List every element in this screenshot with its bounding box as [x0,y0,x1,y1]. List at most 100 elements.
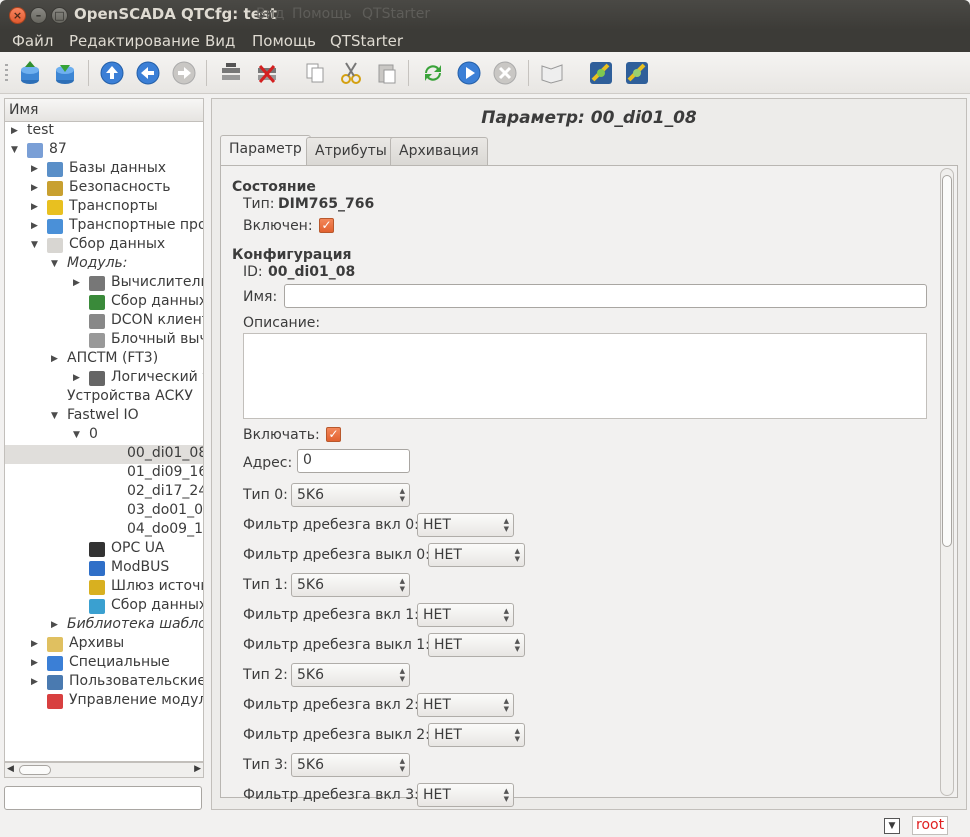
collapse-arrow-icon[interactable]: ▼ [31,240,38,250]
tree-item[interactable]: 00_di01_08 [5,445,203,464]
expand-arrow-icon[interactable]: ▶ [73,373,80,383]
save-db-icon[interactable] [52,60,78,86]
enabled-checkbox[interactable]: ✓ [319,218,334,233]
expand-arrow-icon[interactable]: ▶ [31,677,38,687]
scroll-right-icon[interactable]: ▶ [194,764,201,774]
field-select[interactable]: НЕТ ▲ ▼ [417,693,514,717]
menu-qtstarter[interactable]: QTStarter [330,32,403,50]
expand-arrow-icon[interactable]: ▶ [31,221,38,231]
tree-item[interactable]: ▼ Fastwel IO [5,407,203,426]
expand-arrow-icon[interactable]: ▶ [73,278,80,288]
tree-item[interactable]: ▶ Библиотека шабло [5,616,203,635]
station-icon[interactable] [588,60,614,86]
navigation-tree[interactable]: ▶ test ▼ 87 ▶ Базы данных ▶ Безопасность ▶ Трансп… [4,122,204,762]
tree-item[interactable]: ▶ Транспортные прот [5,217,203,236]
field-select[interactable]: 5K6 ▲ ▼ [291,483,410,507]
tree-item[interactable]: ▶ Архивы [5,635,203,654]
tree-item[interactable]: Шлюз источн [5,578,203,597]
field-select[interactable]: НЕТ ▲ ▼ [428,543,525,567]
address-field[interactable]: 0 [297,449,410,473]
expand-arrow-icon[interactable]: ▶ [31,202,38,212]
field-select[interactable]: НЕТ ▲ ▼ [428,723,525,747]
tree-item[interactable]: ▶ Пользовательские [5,673,203,692]
tree-item[interactable]: ▶ АПСТМ (FT3) [5,350,203,369]
paste-icon[interactable] [374,60,400,86]
add-item-icon[interactable] [218,60,244,86]
tree-item[interactable]: ▶ Логический у [5,369,203,388]
tree-item[interactable]: Сбор данных [5,597,203,616]
tree-item[interactable]: 01_di09_16 [5,464,203,483]
content-vertical-scrollbar[interactable] [940,168,954,796]
collapse-arrow-icon[interactable]: ▼ [51,411,58,421]
tab-parameter[interactable]: Параметр [220,135,311,166]
tab-attributes[interactable]: Атрибуты [306,137,396,165]
station2-icon[interactable] [624,60,650,86]
tree-item[interactable]: ▶ Специальные [5,654,203,673]
close-window-button[interactable]: × [9,7,26,24]
tree-item[interactable]: DCON клиент [5,312,203,331]
status-dropdown-icon[interactable]: ▼ [884,818,900,834]
tree-item[interactable]: ▼ Модуль: [5,255,203,274]
tree-item[interactable]: ▼ 87 [5,141,203,160]
minimize-window-button[interactable]: – [30,7,47,24]
tree-item[interactable]: ▶ Транспорты [5,198,203,217]
tree-item[interactable]: 02_di17_24 [5,483,203,502]
enable-checkbox[interactable]: ✓ [326,427,341,442]
field-select[interactable]: НЕТ ▲ ▼ [428,633,525,657]
collapse-arrow-icon[interactable]: ▼ [51,259,58,269]
scroll-thumb[interactable] [19,765,51,775]
expand-arrow-icon[interactable]: ▶ [31,164,38,174]
menu-help[interactable]: Помощь [252,32,316,50]
scroll-left-icon[interactable]: ◀ [7,764,14,774]
expand-arrow-icon[interactable]: ▶ [31,183,38,193]
tree-item[interactable]: Сбор данных [5,293,203,312]
field-select[interactable]: НЕТ ▲ ▼ [417,783,514,807]
name-field[interactable] [284,284,927,308]
tree-item[interactable]: 04_do09_1 [5,521,203,540]
field-select[interactable]: 5K6 ▲ ▼ [291,573,410,597]
field-select[interactable]: НЕТ ▲ ▼ [417,513,514,537]
collapse-arrow-icon[interactable]: ▼ [73,430,80,440]
tree-item[interactable]: ▼ Сбор данных [5,236,203,255]
tree-item[interactable]: Блочный выч [5,331,203,350]
manual-icon[interactable] [539,60,565,86]
start-icon[interactable] [456,60,482,86]
expand-arrow-icon[interactable]: ▶ [51,620,58,630]
forward-icon[interactable] [171,60,197,86]
expand-arrow-icon[interactable]: ▶ [11,126,18,136]
maximize-window-button[interactable]: □ [51,7,68,24]
field-select[interactable]: 5K6 ▲ ▼ [291,663,410,687]
up-icon[interactable] [99,60,125,86]
toolbar-grip[interactable] [5,64,8,82]
description-field[interactable] [243,333,927,419]
tree-item[interactable]: ModBUS [5,559,203,578]
tree-item[interactable]: ▼ 0 [5,426,203,445]
menu-view[interactable]: Вид [205,32,235,50]
refresh-icon[interactable] [420,60,446,86]
scroll-thumb[interactable] [942,175,952,547]
menu-edit[interactable]: Редактирование [69,32,200,50]
menu-file[interactable]: Файл [12,32,53,50]
field-select[interactable]: НЕТ ▲ ▼ [417,603,514,627]
copy-icon[interactable] [302,60,328,86]
collapse-arrow-icon[interactable]: ▼ [11,145,18,155]
tree-item[interactable]: ▶ Базы данных [5,160,203,179]
tree-item[interactable]: Управление модул [5,692,203,711]
delete-item-icon[interactable] [254,60,280,86]
tree-item[interactable]: ▶ Безопасность [5,179,203,198]
tree-header[interactable]: Имя [4,98,204,122]
tree-item[interactable]: ▶ test [5,122,203,141]
cut-icon[interactable] [338,60,364,86]
tab-archiving[interactable]: Архивация [390,137,488,165]
expand-arrow-icon[interactable]: ▶ [51,354,58,364]
load-db-icon[interactable] [17,60,43,86]
stop-icon[interactable] [492,60,518,86]
current-user[interactable]: root [912,816,948,835]
tree-item[interactable]: Устройства АСКУ [5,388,203,407]
expand-arrow-icon[interactable]: ▶ [31,658,38,668]
tree-item[interactable]: ▶ Вычислитель [5,274,203,293]
tree-item[interactable]: 03_do01_0 [5,502,203,521]
back-icon[interactable] [135,60,161,86]
tree-filter-input[interactable] [4,786,202,810]
expand-arrow-icon[interactable]: ▶ [31,639,38,649]
